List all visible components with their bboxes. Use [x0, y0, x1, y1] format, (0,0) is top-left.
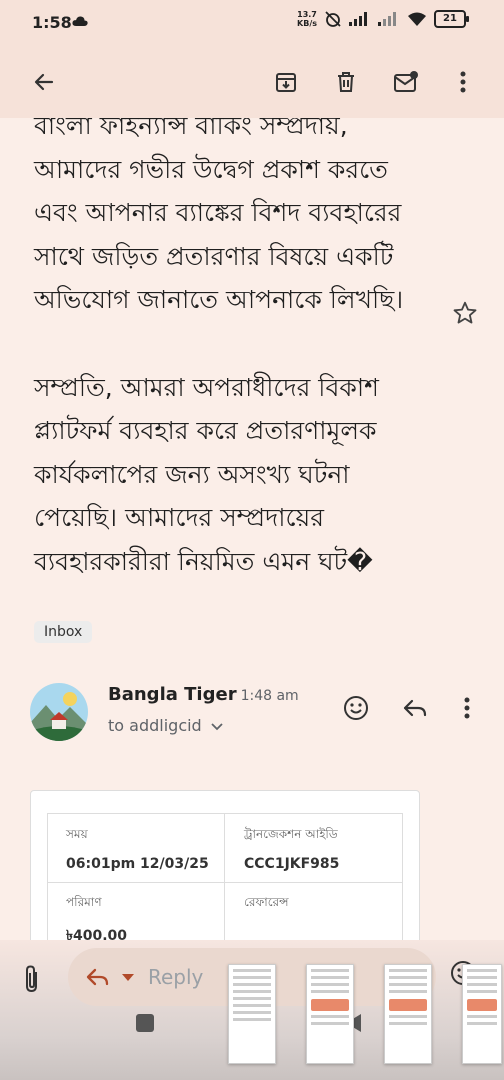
avatar[interactable]	[30, 683, 88, 741]
cloud-icon	[72, 16, 88, 26]
email-toolbar	[0, 48, 504, 118]
table-cell: পরিমাণ ৳400.00	[66, 895, 127, 940]
table-cell: রেফারেন্স	[244, 895, 289, 909]
arrow-left-icon	[34, 73, 54, 91]
table-divider	[224, 814, 225, 940]
reply-icon	[403, 699, 427, 717]
recent-app-thumbnail[interactable]	[228, 964, 276, 1064]
message-more-button[interactable]	[452, 693, 482, 723]
table-cell: সময় 06:01pm 12/03/25	[66, 827, 209, 872]
recipient-details-toggle[interactable]: to addligcid	[108, 716, 223, 735]
email-body: বাংলা ফাইন্যান্স বাকিং সম্প্রদায়, আমাদে…	[34, 118, 434, 627]
status-icons: 13.7 KB/s 21	[297, 10, 469, 28]
attachment-icon[interactable]	[22, 964, 42, 994]
more-vert-icon	[464, 697, 470, 719]
transaction-card: সময় 06:01pm 12/03/25 ট্রানজেকশন আইডি CC…	[30, 790, 420, 940]
wifi-icon	[408, 12, 426, 26]
inbox-label-chip[interactable]: Inbox	[34, 621, 93, 643]
recent-app-thumbnail[interactable]	[462, 964, 502, 1064]
email-paragraph: সম্প্রতি, আমরা অপরাধীদের বিকাশ প্ল্যাটফর…	[34, 372, 379, 576]
star-icon[interactable]	[452, 300, 478, 326]
transaction-table: সময় 06:01pm 12/03/25 ট্রানজেকশন আইডি CC…	[47, 813, 403, 940]
bottom-bar: Reply	[0, 940, 504, 1080]
chevron-down-icon	[211, 723, 223, 731]
recent-app-thumbnail[interactable]	[384, 964, 432, 1064]
reply-label: Reply	[148, 965, 204, 989]
table-cell: ট্রানজেকশন আইডি CCC1JKF985	[244, 827, 340, 872]
emoji-icon	[344, 696, 368, 720]
battery-indicator: 21	[434, 10, 469, 28]
email-paragraph: বাংলা ফাইন্যান্স বাকিং সম্প্রদায়, আমাদে…	[34, 118, 404, 314]
recents-square-icon[interactable]	[136, 1014, 154, 1032]
trash-icon	[338, 72, 354, 92]
avatar-image	[30, 683, 88, 741]
delete-button[interactable]	[332, 68, 360, 96]
more-vert-icon	[460, 71, 466, 93]
back-button[interactable]	[30, 68, 58, 96]
reply-icon	[86, 968, 109, 986]
archive-icon	[276, 73, 296, 92]
status-time: 1:58	[32, 13, 72, 32]
sender-row: Bangla Tiger 1:48 am to addligcid	[0, 678, 504, 758]
signal-icon	[349, 12, 367, 26]
archive-button[interactable]	[272, 68, 300, 96]
network-speed: 13.7 KB/s	[297, 10, 317, 28]
alarm-off-icon	[325, 11, 341, 27]
mark-unread-button[interactable]	[392, 68, 420, 96]
react-emoji-button[interactable]	[341, 693, 371, 723]
reply-button[interactable]	[400, 693, 430, 723]
sender-time: 1:48 am	[240, 688, 299, 704]
sender-name[interactable]: Bangla Tiger 1:48 am	[108, 684, 299, 705]
recent-app-thumbnail[interactable]	[306, 964, 354, 1064]
mail-unread-icon	[394, 71, 418, 92]
caret-down-icon[interactable]	[122, 974, 134, 982]
more-options-button[interactable]	[449, 68, 477, 96]
signal-weak-icon	[378, 12, 396, 26]
status-bar: 1:58 13.7 KB/s 21	[0, 0, 504, 48]
email-content[interactable]: বাংলা ফাইন্যান্স বাকিং সম্প্রদায়, আমাদে…	[0, 118, 504, 940]
